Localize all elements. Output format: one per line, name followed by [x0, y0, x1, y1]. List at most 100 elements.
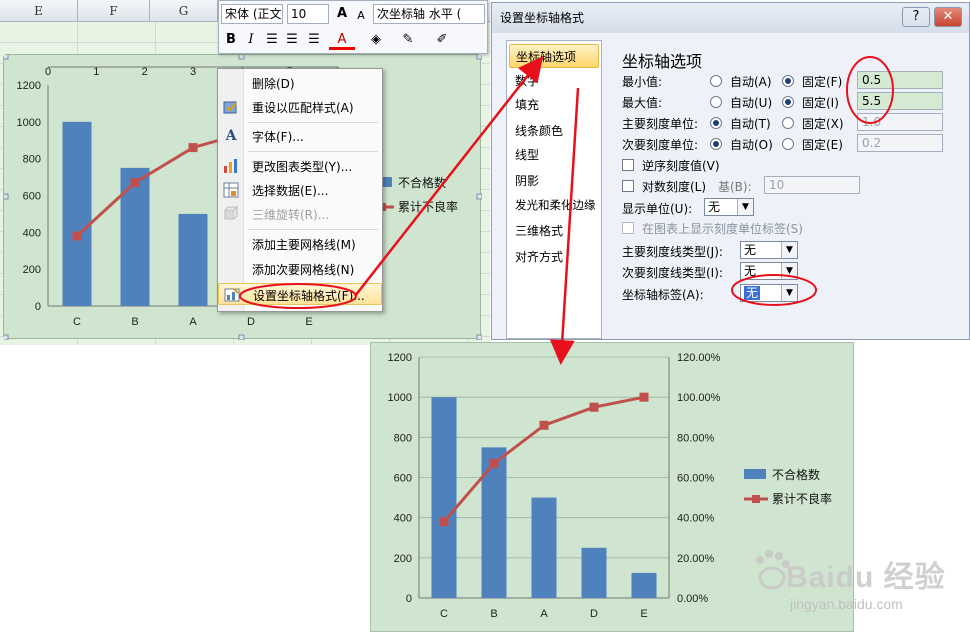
minor-unit-row: 次要刻度单位: 自动(O) 固定(E) 0.2 — [612, 134, 966, 154]
font-color-button[interactable]: A — [329, 30, 355, 50]
menu-item-label: 设置坐标轴格式(F)... — [253, 289, 365, 303]
grow-font-button[interactable]: A — [333, 4, 351, 24]
line-point-B — [130, 178, 140, 188]
section-title: 坐标轴选项 — [622, 52, 703, 71]
fill-color-button[interactable]: ◈ — [363, 30, 389, 50]
menu-item-add-minor-gridlines[interactable]: 添加次要网格线(N) — [218, 258, 382, 280]
display-units-label: 显示单位(U): — [622, 202, 693, 216]
element-selector[interactable]: 次坐标轴 水平 ( — [373, 4, 485, 24]
menu-item-add-major-gridlines[interactable]: 添加主要网格线(M) — [218, 233, 382, 255]
font-icon: A — [225, 128, 237, 144]
align-left-icon: ☰ — [286, 32, 298, 47]
help-button[interactable]: ? — [902, 7, 930, 27]
min-auto-radio[interactable] — [710, 75, 722, 87]
major-tick-label: 主要刻度线类型(J): — [622, 245, 723, 259]
menu-item-label: 删除(D) — [252, 77, 295, 91]
nav-3d-format[interactable]: 三维格式 — [509, 219, 599, 243]
log-label: 对数刻度(L) — [642, 180, 707, 194]
secondary-x-tick-label: 3 — [190, 66, 196, 78]
nav-line-color[interactable]: 线条颜色 — [509, 119, 599, 143]
minor-tick-value: 无 — [744, 264, 757, 278]
watermark-brand: Baidu 经验 — [786, 561, 946, 594]
bold-button[interactable]: B — [223, 30, 239, 50]
dialog-title-bar[interactable]: 设置坐标轴格式 — [492, 3, 969, 33]
legend-bar-label: 不合格数 — [772, 467, 820, 482]
align-center-button[interactable]: ☰ — [263, 30, 281, 50]
format-painter-button[interactable]: ✐ — [431, 30, 453, 50]
y2-tick-label: 0.00% — [677, 593, 708, 605]
y-tick-label: 600 — [23, 191, 41, 203]
minor-tick-row: 次要刻度线类型(I): 无 ▼ — [612, 262, 966, 282]
x-tick-label: E — [305, 316, 312, 328]
max-fixed-radio[interactable] — [782, 96, 794, 108]
menu-item-select-data[interactable]: 选择数据(E)... — [218, 179, 382, 201]
minor-fixed-radio[interactable] — [782, 138, 794, 150]
brush-icon: ✐ — [436, 32, 448, 47]
align-right-button[interactable]: ☰ — [305, 30, 323, 50]
y2-tick-label: 80.00% — [677, 432, 715, 444]
min-fixed-label: 固定(F) — [802, 75, 843, 89]
font-name-box[interactable]: 宋体 (正文 — [221, 4, 283, 24]
column-header-f[interactable]: F — [78, 0, 150, 22]
log-checkbox[interactable] — [622, 180, 634, 192]
nav-line-style[interactable]: 线型 — [509, 143, 599, 167]
menu-item-delete[interactable]: 删除(D) — [218, 72, 382, 94]
major-tick-select[interactable]: 无 ▼ — [740, 241, 798, 259]
nav-shadow[interactable]: 阴影 — [509, 169, 599, 193]
reverse-checkbox[interactable] — [622, 159, 634, 171]
align-left-button[interactable]: ☰ — [283, 30, 301, 50]
legend-bar-swatch — [744, 469, 766, 479]
y-tick-label: 1000 — [388, 392, 412, 404]
menu-item-font[interactable]: A 字体(F)... — [218, 125, 382, 147]
column-header-g[interactable]: G — [150, 0, 218, 22]
minor-tick-label: 次要刻度线类型(I): — [622, 266, 723, 280]
secondary-x-tick-label: 0 — [45, 66, 51, 78]
align-center-icon: ☰ — [266, 32, 278, 47]
major-unit-label: 主要刻度单位: — [622, 117, 699, 131]
menu-item-format-axis[interactable]: 设置坐标轴格式(F)... — [218, 283, 382, 305]
y-tick-label: 800 — [23, 154, 41, 166]
pen-icon: ✎ — [402, 32, 414, 47]
menu-item-reset-style[interactable]: 重设以匹配样式(A) — [218, 96, 382, 118]
nav-number[interactable]: 数字 — [509, 69, 599, 93]
min-fixed-radio[interactable] — [782, 75, 794, 87]
nav-glow-soft-edges[interactable]: 发光和柔化边缘 — [509, 193, 599, 217]
show-units-row: 在图表上显示刻度单位标签(S) — [612, 218, 966, 238]
base-label: 基(B): — [718, 180, 752, 194]
x-tick-label: D — [590, 608, 598, 620]
axis-labels-label: 坐标轴标签(A): — [622, 288, 704, 302]
display-units-select[interactable]: 无 ▼ — [704, 198, 754, 216]
y-tick-label: 600 — [394, 473, 412, 485]
shrink-font-button[interactable]: A — [353, 6, 369, 26]
minor-auto-radio[interactable] — [710, 138, 722, 150]
major-tick-row: 主要刻度线类型(J): 无 ▼ — [612, 241, 966, 261]
italic-button[interactable]: I — [243, 30, 259, 50]
menu-item-label: 更改图表类型(Y)... — [252, 160, 353, 174]
line-point-A — [539, 420, 549, 430]
display-units-row: 显示单位(U): 无 ▼ — [612, 198, 966, 218]
axis-labels-select[interactable]: 无 ▼ — [740, 284, 798, 302]
nav-axis-options[interactable]: 坐标轴选项 — [509, 44, 599, 68]
y2-tick-label: 20.00% — [677, 553, 715, 565]
menu-item-change-chart-type[interactable]: 更改图表类型(Y)... — [218, 155, 382, 177]
nav-alignment[interactable]: 对齐方式 — [509, 245, 599, 269]
min-value-input[interactable]: 0.5 — [857, 71, 943, 89]
nav-fill[interactable]: 填充 — [509, 93, 599, 117]
close-button[interactable]: ✕ — [934, 7, 962, 27]
menu-item-label: 添加次要网格线(N) — [252, 263, 355, 277]
rotate-3d-icon — [223, 205, 239, 222]
major-auto-radio[interactable] — [710, 117, 722, 129]
max-auto-radio[interactable] — [710, 96, 722, 108]
selection-handle — [238, 55, 245, 60]
major-tick-value: 无 — [744, 243, 757, 257]
major-fixed-radio[interactable] — [782, 117, 794, 129]
font-size-box[interactable]: 10 — [287, 4, 329, 24]
max-value-input[interactable]: 5.5 — [857, 92, 943, 110]
major-unit-input: 1.0 — [857, 113, 943, 131]
minor-tick-select[interactable]: 无 ▼ — [740, 262, 798, 280]
column-header-e[interactable]: E — [0, 0, 78, 22]
minor-auto-label: 自动(O) — [730, 138, 773, 152]
outline-color-button[interactable]: ✎ — [395, 30, 421, 50]
y-tick-label: 1200 — [17, 80, 41, 92]
selection-handle — [476, 334, 482, 340]
